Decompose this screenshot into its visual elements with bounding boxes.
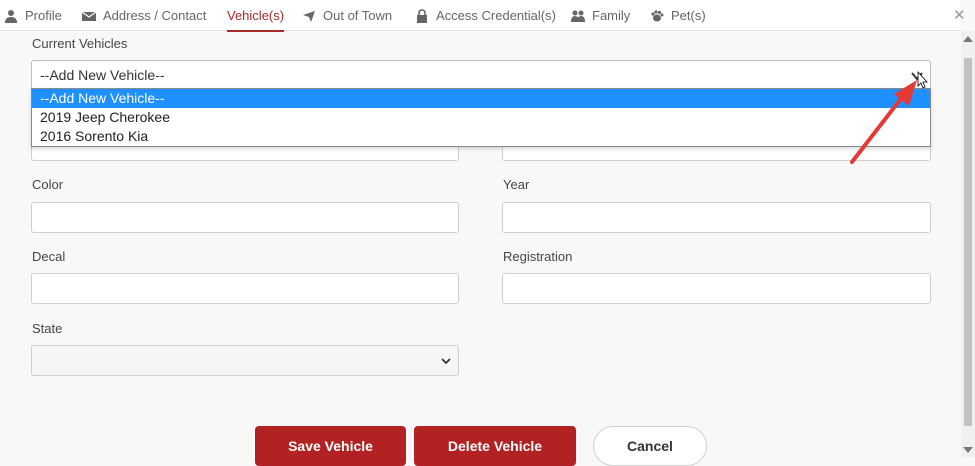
registration-field[interactable] (502, 273, 931, 304)
chevron-down-icon (441, 358, 451, 365)
tab-label: Address / Contact (103, 8, 207, 23)
year-label: Year (503, 177, 530, 192)
current-vehicles-label: Current Vehicles (32, 36, 128, 51)
users-icon (571, 10, 585, 22)
year-field[interactable] (502, 202, 931, 233)
user-icon (5, 9, 17, 23)
tab-label: Access Credential(s) (436, 8, 556, 23)
delete-vehicle-button[interactable]: Delete Vehicle (414, 426, 576, 466)
dropdown-option[interactable]: --Add New Vehicle-- (32, 89, 930, 108)
tab-label: Profile (25, 8, 62, 23)
decal-field[interactable] (31, 273, 459, 304)
scroll-down-icon[interactable] (963, 447, 973, 453)
close-icon[interactable]: ✕ (953, 6, 966, 24)
tab-label: Family (592, 8, 631, 23)
scroll-up-icon[interactable] (963, 36, 973, 42)
tab-profile[interactable]: Profile (4, 0, 62, 31)
dropdown-option[interactable]: 2019 Jeep Cherokee (32, 108, 930, 127)
current-vehicles-select[interactable]: --Add New Vehicle-- (31, 60, 931, 90)
tab-family[interactable]: Family (571, 0, 630, 31)
dropdown-option[interactable]: 2016 Sorento Kia (32, 127, 930, 146)
registration-label: Registration (503, 249, 573, 264)
lock-icon (417, 8, 427, 23)
paw-icon (651, 9, 664, 21)
tab-label: Pet(s) (671, 8, 706, 23)
scrollbar-thumb[interactable] (964, 58, 972, 426)
plane-icon (303, 10, 315, 22)
cancel-button[interactable]: Cancel (593, 426, 707, 466)
save-vehicle-button[interactable]: Save Vehicle (255, 426, 406, 466)
current-vehicles-value: --Add New Vehicle-- (40, 67, 165, 83)
vehicle-dropdown-list: --Add New Vehicle-- 2019 Jeep Cherokee 2… (31, 88, 931, 147)
tab-label: Vehicle(s) (227, 8, 285, 23)
state-select[interactable] (31, 345, 459, 376)
envelope-icon (82, 11, 96, 21)
tab-access-credentials[interactable]: Access Credential(s) (415, 0, 556, 31)
tab-vehicles[interactable]: Vehicle(s) (227, 0, 285, 32)
state-label: State (32, 321, 63, 336)
tab-address-contact[interactable]: Address / Contact (82, 0, 206, 31)
tab-pets[interactable]: Pet(s) (650, 0, 706, 31)
tab-label: Out of Town (323, 8, 393, 23)
decal-label: Decal (32, 249, 66, 264)
color-field[interactable] (31, 202, 459, 233)
chevron-down-icon (911, 72, 923, 81)
tab-out-of-town[interactable]: Out of Town (302, 0, 392, 31)
tab-bar: Profile Address / Contact Vehicle(s) Out… (0, 0, 960, 32)
color-label: Color (32, 177, 64, 192)
